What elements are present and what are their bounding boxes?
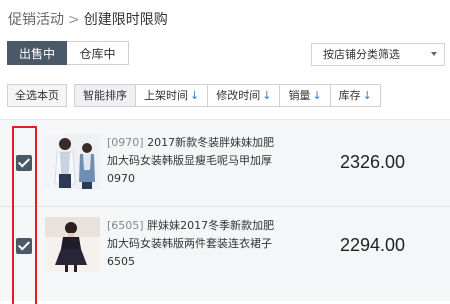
- tab-on-sale[interactable]: 出售中: [7, 41, 67, 65]
- arrow-down-icon: ↓: [262, 89, 272, 102]
- product-code: [6505]: [107, 219, 144, 232]
- sort-label: 库存: [338, 89, 361, 102]
- product-price: 2294.00: [340, 235, 406, 255]
- breadcrumb-separator: >: [68, 12, 80, 28]
- page-title: 创建限时限购: [83, 12, 168, 28]
- sort-modified-time-button[interactable]: 修改时间 ↓: [208, 85, 281, 106]
- breadcrumb: 促销活动 > 创建限时限购: [8, 9, 168, 29]
- product-price: 2326.00: [340, 152, 406, 172]
- annotation-highlight-box: [12, 126, 37, 304]
- breadcrumb-parent-link[interactable]: 促销活动: [8, 12, 64, 28]
- sort-bar: 智能排序 上架时间 ↓ 修改时间 ↓ 销量 ↓ 库存 ↓: [74, 84, 381, 107]
- product-title[interactable]: [6505] 胖妹妹2017冬季新款加肥加大码女装韩版两件套装连衣裙子6505: [107, 217, 282, 271]
- sort-label: 智能排序: [83, 89, 127, 102]
- select-all-page-button[interactable]: 全选本页: [7, 84, 67, 107]
- sort-label: 销量: [288, 89, 311, 102]
- category-filter-select[interactable]: 按店铺分类筛选: [311, 43, 445, 66]
- arrow-down-icon: ↓: [312, 89, 322, 102]
- product-image: [45, 134, 100, 189]
- tab-in-warehouse[interactable]: 仓库中: [67, 41, 129, 65]
- sort-label: 上架时间: [144, 89, 188, 102]
- product-image: [45, 217, 100, 272]
- sort-label: 修改时间: [216, 89, 261, 102]
- product-thumbnail: [45, 134, 100, 189]
- product-list: [0970] 2017新款冬装胖妹妹加肥加大码女装韩版显瘦毛呢马甲加厚0970 …: [0, 119, 450, 301]
- chevron-down-icon: [431, 52, 437, 56]
- product-title[interactable]: [0970] 2017新款冬装胖妹妹加肥加大码女装韩版显瘦毛呢马甲加厚0970: [107, 134, 282, 188]
- product-code: [0970]: [107, 136, 144, 149]
- category-filter-value: 按店铺分类筛选: [323, 48, 400, 61]
- sort-listing-time-button[interactable]: 上架时间 ↓: [136, 85, 209, 106]
- sort-sales-button[interactable]: 销量 ↓: [280, 85, 331, 106]
- arrow-down-icon: ↓: [362, 89, 372, 102]
- product-row: [6505] 胖妹妹2017冬季新款加肥加大码女装韩版两件套装连衣裙子6505 …: [0, 206, 450, 292]
- product-row: [0970] 2017新款冬装胖妹妹加肥加大码女装韩版显瘦毛呢马甲加厚0970 …: [0, 120, 450, 205]
- arrow-down-icon: ↓: [190, 89, 200, 102]
- sort-stock-button[interactable]: 库存 ↓: [331, 85, 380, 106]
- product-thumbnail: [45, 217, 100, 272]
- sort-smart-button[interactable]: 智能排序: [75, 85, 136, 106]
